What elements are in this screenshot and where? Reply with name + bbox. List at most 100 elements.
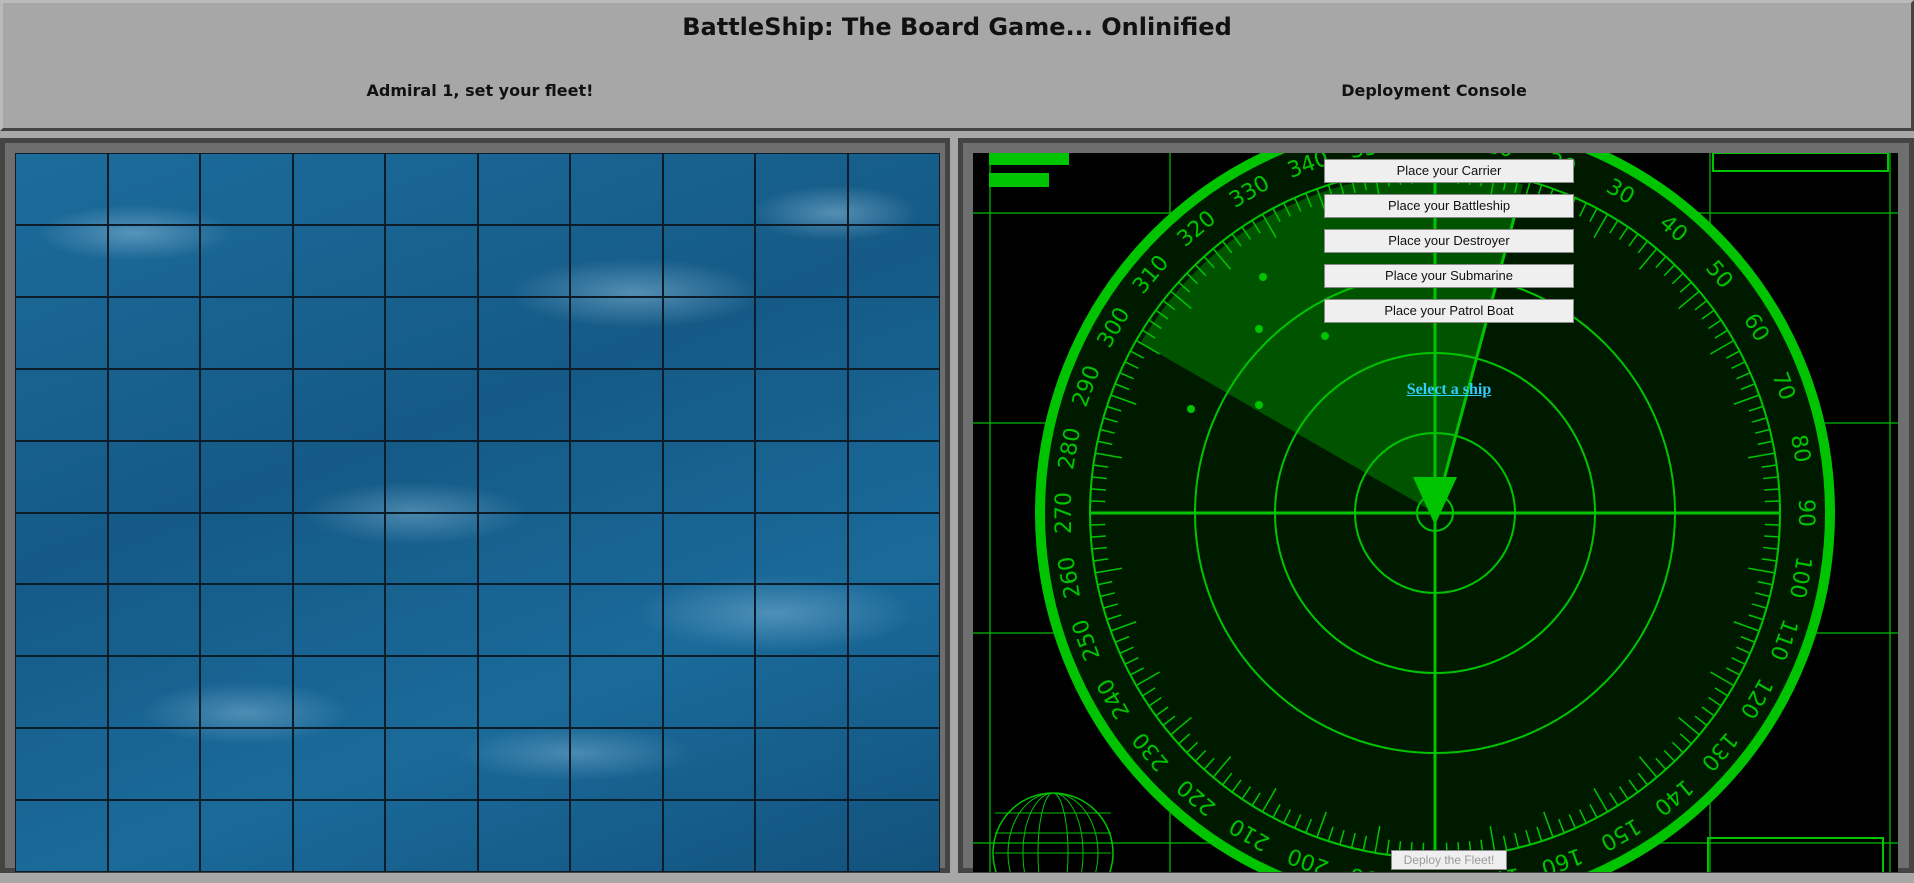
board-cell[interactable] [385,296,478,369]
place-submarine-button[interactable]: Place your Submarine [1324,264,1574,288]
board-cell[interactable] [570,440,663,513]
board-cell[interactable] [477,584,570,657]
board-cell[interactable] [662,296,755,369]
board-cell[interactable] [662,728,755,801]
board-cell[interactable] [385,800,478,872]
board-cell[interactable] [755,656,848,729]
board-cell[interactable] [847,368,940,441]
board-cell[interactable] [292,153,385,225]
board-cell[interactable] [107,512,200,585]
board-cell[interactable] [477,800,570,872]
board-cell[interactable] [847,656,940,729]
board-cell[interactable] [662,368,755,441]
board-cell[interactable] [755,728,848,801]
board-cell[interactable] [477,512,570,585]
board-cell[interactable] [292,656,385,729]
board-cell[interactable] [662,584,755,657]
board-cell[interactable] [15,296,108,369]
board-cell[interactable] [385,512,478,585]
board-cell[interactable] [477,224,570,297]
board-cell[interactable] [200,224,293,297]
board-cell[interactable] [570,728,663,801]
board-cell[interactable] [477,728,570,801]
board-cell[interactable] [200,440,293,513]
board-cell[interactable] [15,512,108,585]
board-cell[interactable] [755,224,848,297]
board-cell[interactable] [15,153,108,225]
board-cell[interactable] [200,512,293,585]
board-cell[interactable] [755,800,848,872]
board-cell[interactable] [15,440,108,513]
select-ship-link[interactable]: Select a ship [1324,381,1574,399]
board-cell[interactable] [107,153,200,225]
board-cell[interactable] [662,153,755,225]
board-cell[interactable] [662,224,755,297]
board-cell[interactable] [662,656,755,729]
board-cell[interactable] [200,656,293,729]
board-cell[interactable] [385,153,478,225]
board-cell[interactable] [755,440,848,513]
place-battleship-button[interactable]: Place your Battleship [1324,194,1574,218]
board-cell[interactable] [570,800,663,872]
deploy-fleet-button[interactable]: Deploy the Fleet! [1391,850,1507,870]
board-cell[interactable] [385,584,478,657]
board-cell[interactable] [15,728,108,801]
board-cell[interactable] [662,440,755,513]
board-cell[interactable] [385,368,478,441]
board-cell[interactable] [847,153,940,225]
board-cell[interactable] [15,224,108,297]
board-cell[interactable] [755,153,848,225]
board-cell[interactable] [385,440,478,513]
board-cell[interactable] [570,368,663,441]
board-cell[interactable] [755,296,848,369]
board-cell[interactable] [292,728,385,801]
board-cell[interactable] [200,153,293,225]
board-cell[interactable] [15,584,108,657]
board-cell[interactable] [847,584,940,657]
board-cell[interactable] [107,728,200,801]
board-cell[interactable] [477,440,570,513]
board-cell[interactable] [107,368,200,441]
board-cell[interactable] [755,584,848,657]
board-cell[interactable] [107,584,200,657]
board-cell[interactable] [570,224,663,297]
board-cell[interactable] [477,656,570,729]
board-cell[interactable] [847,296,940,369]
board-cell[interactable] [847,728,940,801]
board-cell[interactable] [200,800,293,872]
board-cell[interactable] [755,512,848,585]
board-cell[interactable] [15,656,108,729]
board-cell[interactable] [107,656,200,729]
board-cell[interactable] [200,296,293,369]
board-cell[interactable] [847,512,940,585]
board-cell[interactable] [107,296,200,369]
board-cell[interactable] [847,800,940,872]
board-cell[interactable] [385,656,478,729]
board-cell[interactable] [15,800,108,872]
board-cell[interactable] [570,584,663,657]
board-cell[interactable] [292,440,385,513]
board-cell[interactable] [570,656,663,729]
board-cell[interactable] [200,728,293,801]
board-cell[interactable] [107,800,200,872]
board-cell[interactable] [107,440,200,513]
board-cell[interactable] [570,512,663,585]
board-cell[interactable] [477,368,570,441]
board-cell[interactable] [570,153,663,225]
board-cell[interactable] [847,440,940,513]
board-cell[interactable] [847,224,940,297]
board-cell[interactable] [385,728,478,801]
place-carrier-button[interactable]: Place your Carrier [1324,159,1574,183]
board-cell[interactable] [292,296,385,369]
board-cell[interactable] [15,368,108,441]
board-cell[interactable] [477,153,570,225]
board-cell[interactable] [477,296,570,369]
board-cell[interactable] [570,296,663,369]
place-destroyer-button[interactable]: Place your Destroyer [1324,229,1574,253]
board-cell[interactable] [292,224,385,297]
board-cell[interactable] [292,800,385,872]
board-cell[interactable] [662,512,755,585]
board-cell[interactable] [107,224,200,297]
board-cell[interactable] [200,584,293,657]
board-cell[interactable] [292,368,385,441]
